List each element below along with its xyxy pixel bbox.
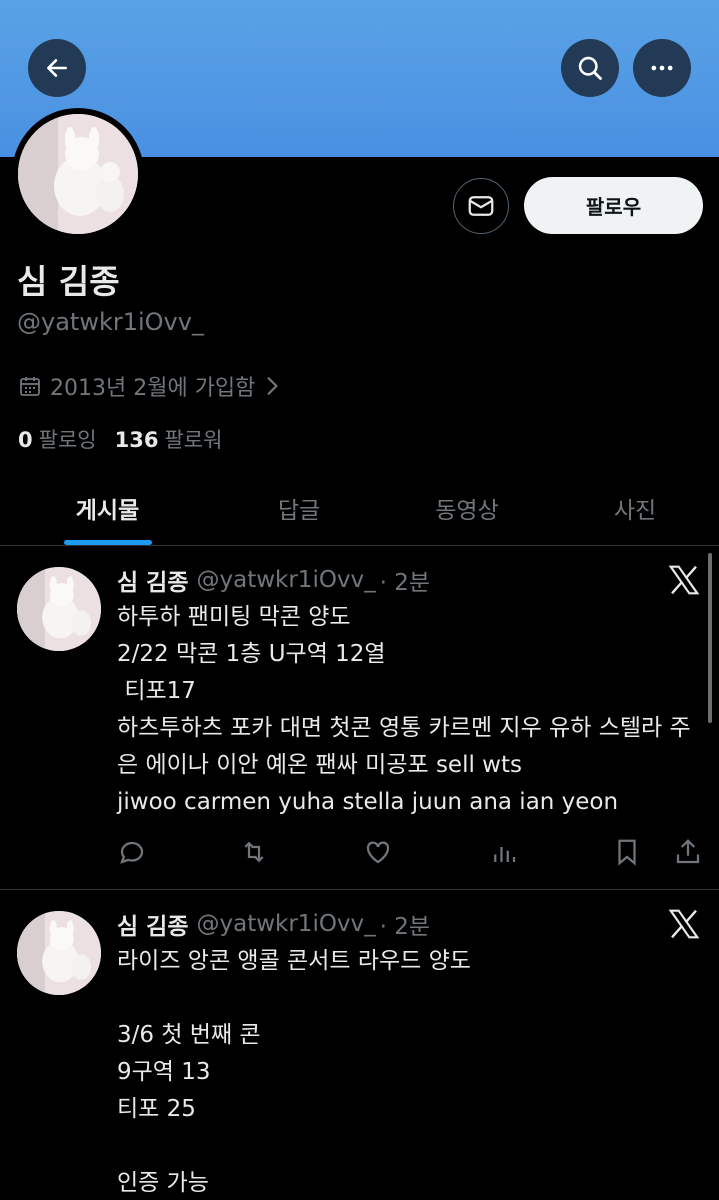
share-button[interactable] <box>673 837 703 867</box>
avatar-image <box>18 114 138 234</box>
more-horizontal-icon <box>651 65 673 71</box>
post-author-handle[interactable]: @yatwkr1iOvv_ <box>197 911 376 937</box>
envelope-icon <box>468 196 494 216</box>
views-button[interactable] <box>489 837 519 867</box>
search-icon <box>578 56 602 80</box>
post-header: 심 김종 @yatwkr1iOvv_ · 2분 <box>117 907 430 941</box>
x-logo-icon <box>668 565 700 595</box>
tab-replies[interactable]: 답글 <box>215 470 383 545</box>
post-author-handle[interactable]: @yatwkr1iOvv_ <box>197 567 376 593</box>
like-button[interactable] <box>363 837 393 867</box>
followers-count: 136 <box>114 428 159 452</box>
bookmark-button[interactable] <box>612 837 642 867</box>
post-text: 하투하 팬미팅 막콘 양도 2/22 막콘 1층 U구역 12열 티포17 하츠… <box>117 604 691 815</box>
reply-button[interactable] <box>117 837 147 867</box>
post-actions <box>117 837 705 869</box>
follow-stats: 0 팔로잉 136 팔로워 <box>18 424 222 454</box>
tab-videos[interactable]: 동영상 <box>383 470 551 545</box>
post-avatar[interactable] <box>17 567 101 651</box>
reply-icon <box>120 841 144 864</box>
tab-photos[interactable]: 사진 <box>551 470 719 545</box>
follow-button[interactable]: 팔로우 <box>524 177 703 234</box>
following-count: 0 <box>18 428 33 452</box>
search-button[interactable] <box>561 39 619 97</box>
tab-posts[interactable]: 게시물 <box>0 470 215 545</box>
post-header: 심 김종 @yatwkr1iOvv_ · 2분 <box>117 563 430 597</box>
profile-tabs: 게시물 답글 동영상 사진 <box>0 470 719 546</box>
post-time: · 2분 <box>379 914 431 940</box>
heart-icon <box>366 841 390 864</box>
joined-date[interactable]: 2013년 2월에 가입함 <box>18 370 281 402</box>
post[interactable]: 심 김종 @yatwkr1iOvv_ · 2분 하투하 팬미팅 막콘 양도 2/… <box>0 547 719 890</box>
following-link[interactable]: 0 팔로잉 <box>18 424 97 454</box>
message-button[interactable] <box>453 178 509 234</box>
following-label: 팔로잉 <box>38 428 97 452</box>
profile-avatar[interactable] <box>12 108 144 240</box>
post-time: · 2분 <box>379 570 431 596</box>
display-name: 심 김종 <box>17 262 120 301</box>
x-logo-icon <box>668 909 700 939</box>
post-text: 라이즈 앙콘 앵콜 콘서트 라우드 양도 3/6 첫 번째 콘 9구역 13 티… <box>117 948 471 1196</box>
repost-button[interactable] <box>239 837 269 867</box>
joined-text: 2013년 2월에 가입함 <box>50 376 256 401</box>
back-button[interactable] <box>28 39 86 97</box>
post-author-name[interactable]: 심 김종 <box>117 907 189 941</box>
post-avatar[interactable] <box>17 911 101 995</box>
followers-link[interactable]: 136 팔로워 <box>115 424 223 454</box>
bar-chart-icon <box>494 847 516 862</box>
followers-label: 팔로워 <box>164 428 223 452</box>
post-author-name[interactable]: 심 김종 <box>117 563 189 597</box>
chevron-right-icon <box>268 377 279 395</box>
arrow-left-icon <box>47 59 67 77</box>
bookmark-icon <box>618 839 636 866</box>
more-options-button[interactable] <box>633 39 691 97</box>
share-icon <box>676 839 700 864</box>
scrollbar[interactable] <box>708 553 712 723</box>
calendar-icon <box>20 377 40 396</box>
repost-icon <box>244 841 264 863</box>
post[interactable]: 심 김종 @yatwkr1iOvv_ · 2분 라이즈 앙콘 앵콜 콘서트 라우… <box>0 891 719 1200</box>
profile-handle: @yatwkr1iOvv_ <box>17 308 204 336</box>
